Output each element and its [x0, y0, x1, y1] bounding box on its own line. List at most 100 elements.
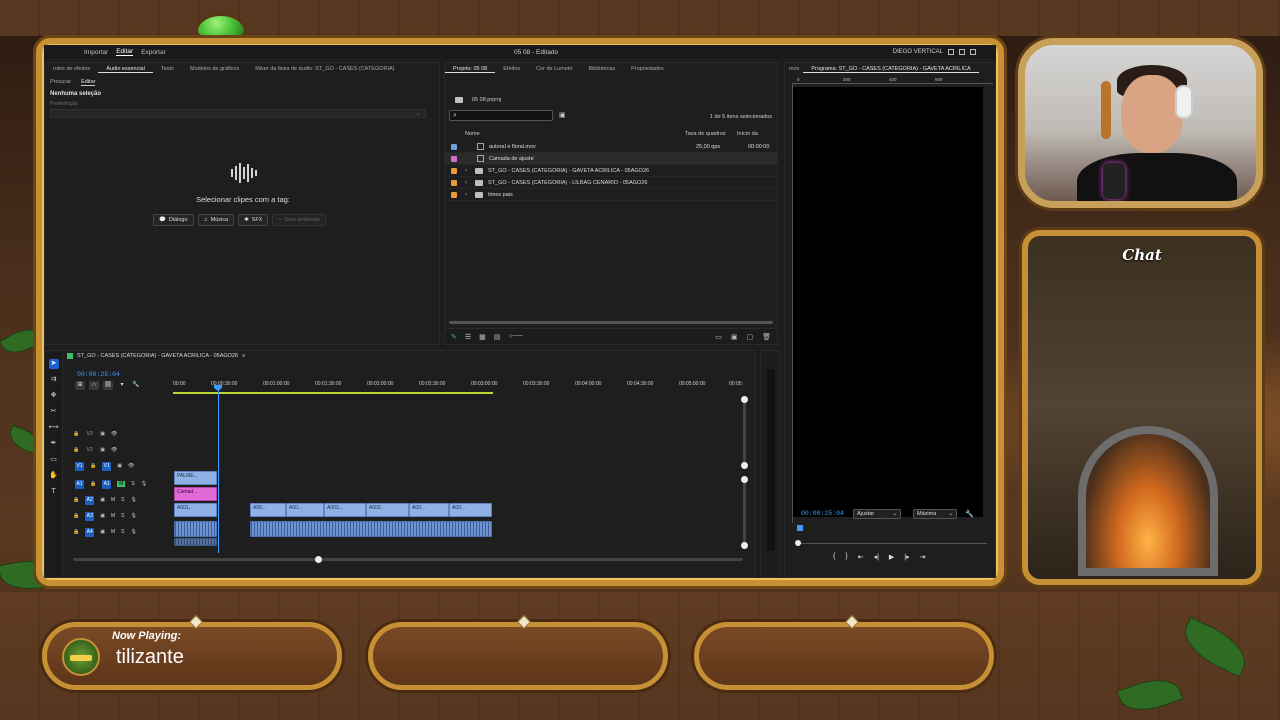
scroll-handle[interactable] [741, 542, 748, 549]
sync-icon[interactable]: ▣ [100, 447, 105, 453]
lock-icon[interactable]: 🔒 [90, 481, 96, 487]
menu-icon[interactable]: ≡ [242, 353, 245, 359]
program-playhead[interactable] [797, 525, 803, 531]
mute-button[interactable]: M [111, 513, 115, 519]
clip-v1[interactable]: A00... [409, 503, 449, 517]
mic-icon[interactable]: 🎙 [130, 513, 136, 519]
scroll-handle[interactable] [741, 462, 748, 469]
menu-import[interactable]: Importar [84, 49, 108, 56]
settings-icon[interactable] [970, 49, 976, 55]
lock-icon[interactable]: 🔒 [73, 513, 79, 519]
track-label[interactable]: A1 [102, 479, 112, 489]
tab-text[interactable]: Texto [153, 66, 182, 72]
mark-in-icon[interactable]: { [833, 553, 835, 561]
zoom-slider[interactable]: ○── [508, 333, 522, 340]
sync-icon[interactable]: ▣ [100, 497, 105, 503]
scroll-handle[interactable] [741, 476, 748, 483]
hand-icon[interactable]: ✋ [49, 471, 59, 481]
project-hscroll[interactable] [449, 321, 773, 324]
new-bin-icon[interactable]: ▣ [559, 111, 566, 119]
tab-program[interactable]: Programa: ST_GO - CASES (CATEGORIA) - GA… [803, 66, 979, 73]
tab-effects[interactable]: Efeitos [495, 66, 528, 72]
ripple-edit-icon[interactable]: ✥ [49, 391, 59, 401]
lock-icon[interactable]: 🔒 [73, 447, 79, 453]
list-view-icon[interactable]: ☰ [465, 333, 471, 341]
eye-icon[interactable]: 👁 [111, 447, 117, 453]
clip-v1[interactable]: A001... [174, 503, 217, 517]
clip-v3[interactable]: PALME... [174, 471, 217, 485]
track-label[interactable]: A3 [85, 511, 95, 521]
quality-dropdown[interactable]: Máxima ⌄ [913, 509, 957, 519]
mute-button[interactable]: M [111, 529, 115, 535]
video-track-scrollbar[interactable] [743, 399, 746, 465]
tab-libraries[interactable]: Bibliotecas [580, 66, 623, 72]
fit-dropdown[interactable]: Ajustar ⌄ [853, 509, 901, 519]
list-item[interactable]: autoral e floral.mov 25,00 qps 00:00:00 [445, 141, 777, 153]
menu-export[interactable]: Exportar [141, 49, 166, 56]
rectangle-icon[interactable]: ▭ [49, 455, 59, 465]
source-patch-v1[interactable]: V1 [75, 461, 84, 471]
mic-icon[interactable]: 🎙 [141, 481, 147, 487]
snap-icon[interactable]: ∩ [89, 381, 99, 390]
clip-audio[interactable] [174, 521, 217, 537]
go-to-out-icon[interactable]: ⇥ [920, 553, 926, 561]
list-item[interactable]: Camada de ajuste [445, 153, 777, 165]
timeline-timecode[interactable]: 00:00:25:04 [77, 371, 120, 378]
column-start[interactable]: Início da [737, 131, 758, 137]
track-select-icon[interactable]: ⇉ [49, 375, 59, 385]
share-icon[interactable] [959, 49, 965, 55]
clip-v1[interactable]: A002... [366, 503, 409, 517]
sync-icon[interactable]: ▣ [100, 431, 105, 437]
program-timecode[interactable]: 00:00:25:04 [801, 510, 844, 517]
tag-sfx-button[interactable]: ✱ SFX [238, 214, 269, 226]
preset-dropdown[interactable]: ⌄ [50, 109, 426, 118]
lock-icon[interactable]: 🔒 [90, 463, 96, 469]
clip-v1[interactable]: A00... [286, 503, 324, 517]
solo-button[interactable]: S [131, 481, 134, 487]
mute-button[interactable]: M [117, 481, 126, 487]
razor-icon[interactable]: ✂ [49, 407, 59, 417]
track-label[interactable]: V1 [102, 461, 112, 471]
source-patch-a1[interactable]: A1 [75, 479, 84, 489]
wrench-icon[interactable]: 🔧 [131, 381, 141, 390]
marker-icon[interactable]: ▾ [117, 381, 127, 390]
wrench-icon[interactable]: 🔧 [965, 510, 974, 518]
list-item[interactable]: › ST_GO - CASES (CATEGORIA) - LILBAG CEN… [445, 177, 777, 189]
track-label[interactable]: V2 [85, 446, 94, 455]
trash-icon[interactable]: 🗑 [762, 333, 771, 341]
tab-lumetri[interactable]: Cor de Lumetri [528, 66, 580, 72]
tag-music-button[interactable]: ♫ Música [197, 214, 235, 226]
zoom-handle[interactable] [795, 540, 801, 546]
project-search-input[interactable]: ⌕ [449, 110, 553, 121]
scroll-handle[interactable] [741, 396, 748, 403]
solo-button[interactable]: S [121, 497, 124, 503]
work-area-bar[interactable] [173, 392, 493, 394]
selection-tool-icon[interactable]: ➤ [48, 359, 59, 369]
slip-icon[interactable]: ⟷ [49, 423, 59, 433]
tab-essential-sound[interactable]: Áudio essencial [98, 66, 153, 73]
go-to-in-icon[interactable]: ⇤ [858, 553, 864, 561]
chevron-right-icon[interactable]: › [465, 168, 473, 174]
step-forward-icon[interactable]: |▸ [904, 553, 909, 561]
sync-icon[interactable]: ▣ [100, 513, 105, 519]
icon-view-icon[interactable]: ▦ [479, 333, 486, 341]
list-item[interactable]: › ST_GO - CASES (CATEGORIA) - GAVETA ACR… [445, 165, 777, 177]
tab-project[interactable]: Projeto: 05 08 [445, 66, 496, 73]
text-icon[interactable]: T [49, 487, 59, 497]
tab-audio-mixer[interactable]: Mixer da faixa de áudio: ST_GO - CASES (… [247, 66, 402, 72]
track-label[interactable]: A4 [85, 527, 95, 537]
new-item-icon[interactable]: ▢ [746, 333, 753, 341]
clip-adjustment[interactable]: Camad... [174, 487, 217, 501]
track-label[interactable]: A2 [85, 495, 95, 505]
timeline-ruler[interactable]: 00:00 00:00:30:00 00:01:00:00 00:01:30:0… [173, 381, 743, 391]
pencil-icon[interactable]: ✎ [451, 333, 457, 341]
clip-v1[interactable]: A003... [324, 503, 366, 517]
play-icon[interactable]: ▶ [889, 553, 894, 561]
column-name[interactable]: Nome [465, 131, 685, 137]
timeline-hscroll[interactable] [73, 558, 743, 561]
nest-icon[interactable]: ⊞ [75, 381, 85, 390]
pen-icon[interactable]: ✒ [49, 439, 59, 449]
mic-icon[interactable]: 🎙 [130, 529, 136, 535]
list-item[interactable]: › times pais [445, 189, 777, 201]
clip-audio[interactable] [250, 521, 492, 537]
